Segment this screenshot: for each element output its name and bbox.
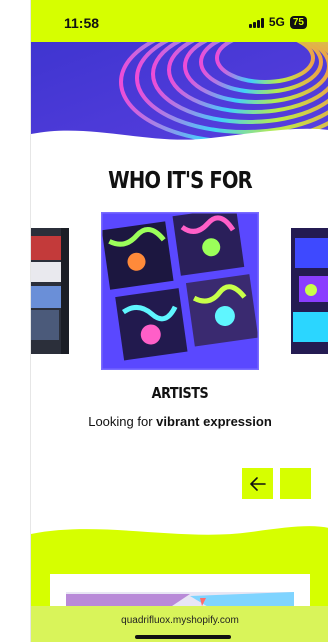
carousel-card-image[interactable] [101,212,259,370]
arrow-left-icon [249,476,266,491]
status-indicators: 5G 75 [248,15,307,29]
carousel-prev-button[interactable] [242,468,273,499]
browser-url[interactable]: quadrifluox.myshopify.com [31,615,328,626]
carousel-card-prev-image[interactable] [31,228,69,354]
signal-icon [248,17,264,28]
card-description: Looking for vibrant expression [85,411,275,432]
network-label: 5G [268,15,285,29]
card-description-bold: vibrant expression [156,414,272,429]
status-time: 11:58 [64,15,100,31]
browser-url-bar[interactable]: quadrifluox.myshopify.com [31,606,328,642]
battery-icon: 75 [289,15,307,29]
home-indicator[interactable] [135,635,231,639]
hero-image [31,20,328,152]
card-description-text: Looking for [88,414,157,429]
carousel-card-next-image[interactable] [291,228,328,354]
phone-viewport: 11:58 5G 75 WHO IT'S FOR ARTISTS Looking… [30,0,328,642]
card-heading: ARTISTS [151,384,209,402]
carousel-next-button[interactable] [280,468,311,499]
status-bar: 11:58 5G 75 [31,0,328,42]
section-title: WHO IT'S FOR [108,168,253,194]
